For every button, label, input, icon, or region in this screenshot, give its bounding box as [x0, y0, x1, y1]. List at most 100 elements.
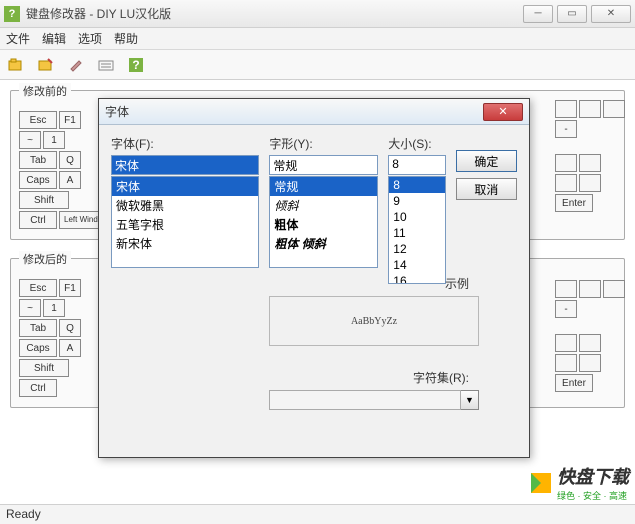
key-q-2[interactable]: Q: [59, 319, 81, 337]
font-listbox[interactable]: 宋体 微软雅黑 五笔字根 新宋体: [111, 176, 259, 268]
style-option-2[interactable]: 粗体: [270, 215, 377, 234]
window-buttons: ─ ▭ ✕: [523, 5, 631, 23]
style-option-3[interactable]: 粗体 倾斜: [270, 234, 377, 253]
charset-label: 字符集(R):: [269, 369, 479, 386]
key-right-c2[interactable]: [603, 280, 625, 298]
key-ctrl[interactable]: Ctrl: [19, 211, 57, 229]
key-minus[interactable]: -: [555, 120, 577, 138]
key-ctrl-2[interactable]: Ctrl: [19, 379, 57, 397]
size-option-2[interactable]: 10: [389, 209, 444, 225]
key-tilde[interactable]: ~: [19, 131, 41, 149]
key-q[interactable]: Q: [59, 151, 81, 169]
key-right-d2[interactable]: [555, 334, 577, 352]
button-column: 确定 取消: [456, 135, 517, 284]
size-option-5[interactable]: 14: [389, 257, 444, 273]
cancel-button[interactable]: 取消: [456, 178, 517, 200]
menubar: 文件 编辑 选项 帮助: [0, 28, 635, 50]
size-label: 大小(S):: [388, 135, 445, 152]
key-right-e2[interactable]: [579, 334, 601, 352]
font-option-2[interactable]: 五笔字根: [112, 215, 258, 234]
key-a-2[interactable]: A: [59, 339, 81, 357]
style-option-1[interactable]: 倾斜: [270, 196, 377, 215]
minimize-button[interactable]: ─: [523, 5, 553, 23]
toolbar-open-icon[interactable]: [6, 55, 26, 75]
toolbar: ?: [0, 50, 635, 80]
font-option-1[interactable]: 微软雅黑: [112, 196, 258, 215]
dialog-body: 字体(F): 宋体 宋体 微软雅黑 五笔字根 新宋体 字形(Y): 常规 常规 …: [99, 125, 529, 294]
key-enter-2[interactable]: Enter: [555, 374, 593, 392]
key-caps-2[interactable]: Caps: [19, 339, 57, 357]
size-option-3[interactable]: 11: [389, 225, 444, 241]
key-f1[interactable]: F1: [59, 111, 81, 129]
toolbar-help-icon[interactable]: ?: [126, 55, 146, 75]
right-keys-after: - Enter: [555, 280, 625, 394]
charset-input[interactable]: [269, 390, 461, 410]
watermark-logo-icon: [529, 471, 553, 495]
style-input[interactable]: 常规: [269, 155, 378, 175]
key-tab-2[interactable]: Tab: [19, 319, 57, 337]
key-right-g[interactable]: [579, 174, 601, 192]
key-minus-2[interactable]: -: [555, 300, 577, 318]
key-f1-2[interactable]: F1: [59, 279, 81, 297]
key-caps[interactable]: Caps: [19, 171, 57, 189]
menu-file[interactable]: 文件: [6, 30, 30, 47]
key-right-f[interactable]: [555, 174, 577, 192]
main-titlebar: ? 键盘修改器 - DIY LU汉化版 ─ ▭ ✕: [0, 0, 635, 28]
key-right-a[interactable]: [555, 100, 577, 118]
window-title: 键盘修改器 - DIY LU汉化版: [26, 5, 523, 22]
right-keys-before: - Enter: [555, 100, 625, 214]
close-button[interactable]: ✕: [591, 5, 631, 23]
font-column: 字体(F): 宋体 宋体 微软雅黑 五笔字根 新宋体: [111, 135, 259, 284]
sample-section: 示例 AaBbYyZz: [269, 275, 479, 346]
size-option-1[interactable]: 9: [389, 193, 444, 209]
watermark: 快盘下载 绿色 · 安全 · 高速: [529, 463, 629, 502]
size-column: 大小(S): 8 8 9 10 11 12 14 16: [388, 135, 445, 284]
size-input[interactable]: 8: [388, 155, 445, 175]
key-right-e[interactable]: [579, 154, 601, 172]
font-input[interactable]: 宋体: [111, 155, 259, 175]
size-option-4[interactable]: 12: [389, 241, 444, 257]
key-right-d[interactable]: [555, 154, 577, 172]
key-right-g2[interactable]: [579, 354, 601, 372]
key-esc[interactable]: Esc: [19, 111, 57, 129]
charset-combo[interactable]: ▼: [269, 390, 479, 410]
key-a[interactable]: A: [59, 171, 81, 189]
key-1-2[interactable]: 1: [43, 299, 65, 317]
toolbar-save-icon[interactable]: [36, 55, 56, 75]
key-enter[interactable]: Enter: [555, 194, 593, 212]
toolbar-keyboard-icon[interactable]: [96, 55, 116, 75]
statusbar: Ready: [0, 504, 635, 524]
menu-help[interactable]: 帮助: [114, 30, 138, 47]
menu-options[interactable]: 选项: [78, 30, 102, 47]
size-listbox[interactable]: 8 9 10 11 12 14 16: [388, 176, 445, 284]
chevron-down-icon[interactable]: ▼: [461, 390, 479, 410]
key-shift-2[interactable]: Shift: [19, 359, 69, 377]
dialog-close-button[interactable]: ✕: [483, 103, 523, 121]
style-column: 字形(Y): 常规 常规 倾斜 粗体 粗体 倾斜: [269, 135, 378, 284]
key-esc-2[interactable]: Esc: [19, 279, 57, 297]
key-right-a2[interactable]: [555, 280, 577, 298]
maximize-button[interactable]: ▭: [557, 5, 587, 23]
after-legend: 修改后的: [19, 251, 71, 267]
key-1[interactable]: 1: [43, 131, 65, 149]
font-option-0[interactable]: 宋体: [112, 177, 258, 196]
font-label: 字体(F):: [111, 135, 259, 152]
toolbar-edit-icon[interactable]: [66, 55, 86, 75]
size-option-0[interactable]: 8: [389, 177, 444, 193]
menu-edit[interactable]: 编辑: [42, 30, 66, 47]
style-option-0[interactable]: 常规: [270, 177, 377, 196]
key-right-f2[interactable]: [555, 354, 577, 372]
key-shift[interactable]: Shift: [19, 191, 69, 209]
style-listbox[interactable]: 常规 倾斜 粗体 粗体 倾斜: [269, 176, 378, 268]
key-right-c[interactable]: [603, 100, 625, 118]
key-tab[interactable]: Tab: [19, 151, 57, 169]
key-right-b[interactable]: [579, 100, 601, 118]
app-icon: ?: [4, 6, 20, 22]
key-tilde-2[interactable]: ~: [19, 299, 41, 317]
dialog-titlebar: 字体 ✕: [99, 99, 529, 125]
watermark-tagline: 绿色 · 安全 · 高速: [557, 489, 629, 502]
ok-button[interactable]: 确定: [456, 150, 517, 172]
key-right-b2[interactable]: [579, 280, 601, 298]
font-dialog: 字体 ✕ 字体(F): 宋体 宋体 微软雅黑 五笔字根 新宋体 字形(Y): 常…: [98, 98, 530, 458]
font-option-3[interactable]: 新宋体: [112, 234, 258, 253]
